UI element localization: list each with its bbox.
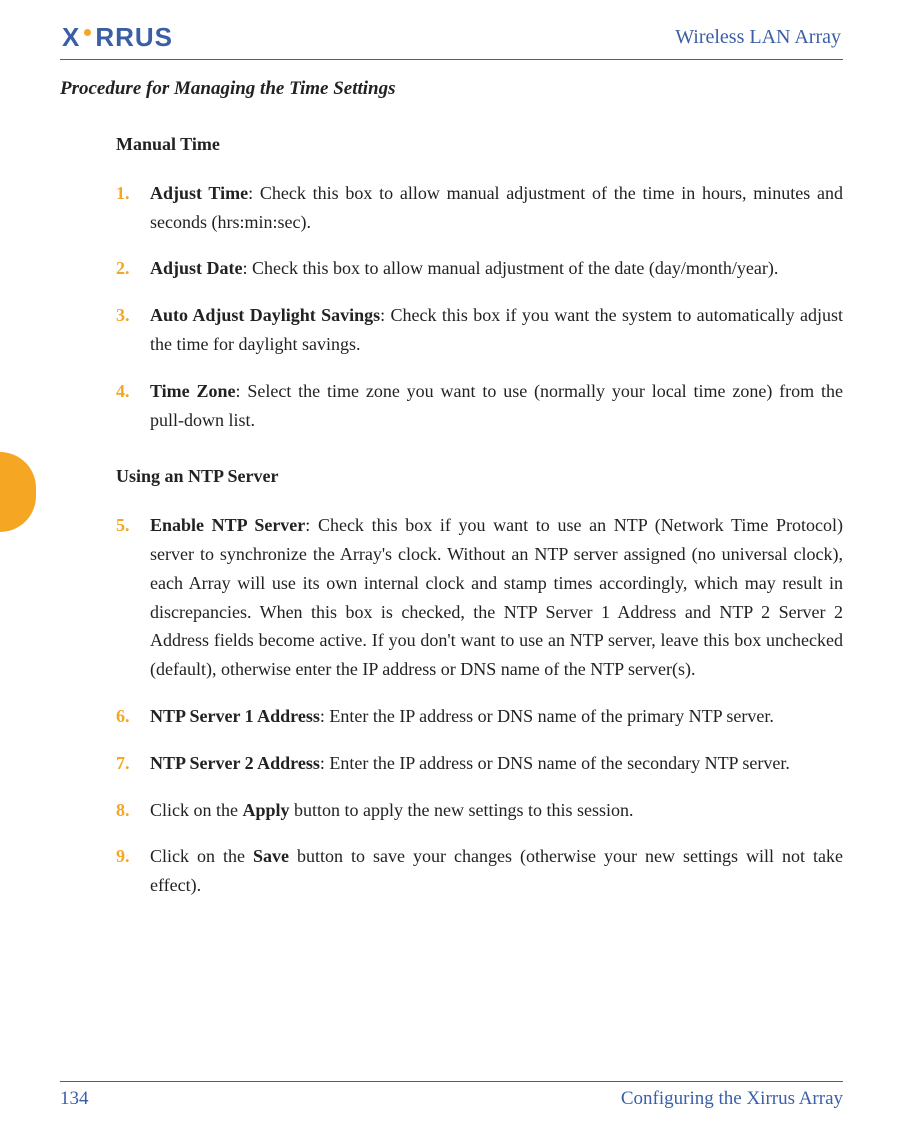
logo-dot-icon — [84, 29, 91, 36]
page-header: X RRUS Wireless LAN Array — [60, 22, 843, 60]
item-body: Adjust Date: Check this box to allow man… — [150, 254, 843, 283]
item-body: Click on the Apply button to apply the n… — [150, 796, 843, 825]
item-text: : Enter the IP address or DNS name of th… — [320, 753, 790, 773]
list-item: 9. Click on the Save button to save your… — [116, 842, 843, 900]
footer-chapter: Configuring the Xirrus Array — [621, 1088, 843, 1110]
list-item: 8. Click on the Apply button to apply th… — [116, 796, 843, 825]
item-body: NTP Server 1 Address: Enter the IP addre… — [150, 702, 843, 731]
document-page: X RRUS Wireless LAN Array Procedure for … — [0, 0, 903, 1138]
section-title: Procedure for Managing the Time Settings — [60, 78, 843, 100]
item-text: : Check this box to allow manual adjustm… — [243, 258, 779, 278]
item-term: Apply — [243, 800, 290, 820]
list-item: 2. Adjust Date: Check this box to allow … — [116, 254, 843, 283]
item-term: Adjust Date — [150, 258, 243, 278]
item-body: Auto Adjust Daylight Savings: Check this… — [150, 301, 843, 359]
item-body: Click on the Save button to save your ch… — [150, 842, 843, 900]
item-text: : Check this box if you want to use an N… — [150, 515, 843, 679]
list-item: 7. NTP Server 2 Address: Enter the IP ad… — [116, 749, 843, 778]
list-item: 5. Enable NTP Server: Check this box if … — [116, 511, 843, 684]
item-number: 4. — [116, 377, 150, 435]
item-number: 6. — [116, 702, 150, 731]
list-item: 3. Auto Adjust Daylight Savings: Check t… — [116, 301, 843, 359]
item-text-pre: Click on the — [150, 800, 243, 820]
logo-text-right: RRUS — [95, 22, 173, 53]
list-item: 6. NTP Server 1 Address: Enter the IP ad… — [116, 702, 843, 731]
item-number: 9. — [116, 842, 150, 900]
item-text: : Check this box to allow manual adjustm… — [150, 183, 843, 232]
item-body: NTP Server 2 Address: Enter the IP addre… — [150, 749, 843, 778]
item-term: Enable NTP Server — [150, 515, 305, 535]
item-term: NTP Server 1 Address — [150, 706, 320, 726]
brand-logo: X RRUS — [62, 22, 173, 53]
item-term: Time Zone — [150, 381, 236, 401]
subheading-manual-time: Manual Time — [116, 130, 843, 159]
item-text: : Enter the IP address or DNS name of th… — [320, 706, 774, 726]
item-body: Enable NTP Server: Check this box if you… — [150, 511, 843, 684]
side-tab-marker — [0, 452, 36, 532]
page-number: 134 — [60, 1088, 89, 1110]
item-term: Adjust Time — [150, 183, 248, 203]
item-body: Adjust Time: Check this box to allow man… — [150, 179, 843, 237]
document-title: Wireless LAN Array — [675, 26, 841, 49]
item-text: button to apply the new settings to this… — [290, 800, 634, 820]
item-text: : Select the time zone you want to use (… — [150, 381, 843, 430]
list-item: 4. Time Zone: Select the time zone you w… — [116, 377, 843, 435]
item-number: 2. — [116, 254, 150, 283]
subheading-ntp-server: Using an NTP Server — [116, 462, 843, 491]
list-manual-time: 1. Adjust Time: Check this box to allow … — [116, 179, 843, 435]
item-term: Auto Adjust Daylight Savings — [150, 305, 380, 325]
list-ntp-server: 5. Enable NTP Server: Check this box if … — [116, 511, 843, 900]
list-item: 1. Adjust Time: Check this box to allow … — [116, 179, 843, 237]
item-text-pre: Click on the — [150, 846, 253, 866]
item-number: 3. — [116, 301, 150, 359]
logo-text-left: X — [62, 22, 80, 53]
item-term: NTP Server 2 Address — [150, 753, 320, 773]
item-number: 5. — [116, 511, 150, 684]
page-footer: 134 Configuring the Xirrus Array — [60, 1081, 843, 1110]
item-number: 7. — [116, 749, 150, 778]
main-content: Manual Time 1. Adjust Time: Check this b… — [60, 130, 843, 900]
item-body: Time Zone: Select the time zone you want… — [150, 377, 843, 435]
item-number: 8. — [116, 796, 150, 825]
item-term: Save — [253, 846, 289, 866]
item-number: 1. — [116, 179, 150, 237]
